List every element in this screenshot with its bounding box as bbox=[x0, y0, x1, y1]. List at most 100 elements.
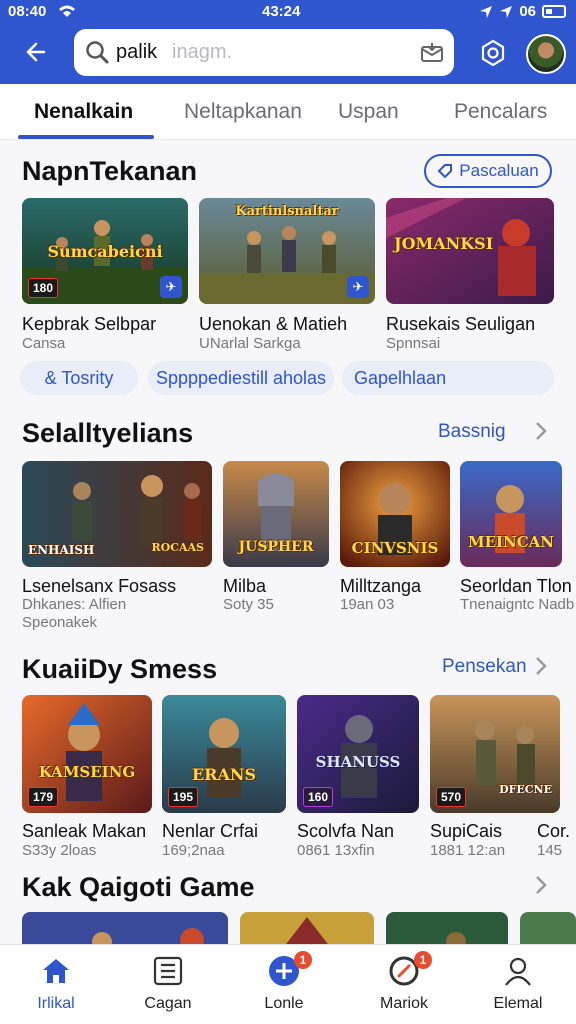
section-action-label: Pascaluan bbox=[459, 161, 539, 180]
rating-badge: 160 bbox=[303, 787, 334, 807]
game-title[interactable]: Kepbrak Selbpar bbox=[22, 314, 156, 335]
game-subtitle: 1881 12:an bbox=[430, 842, 506, 859]
game-thumbnail[interactable]: JUSPHER bbox=[223, 461, 329, 567]
chevron-right-icon[interactable] bbox=[534, 420, 548, 442]
game-subtitle: 169;2naa bbox=[162, 842, 225, 859]
section-title: NapnTekanan bbox=[22, 156, 198, 186]
section-title: Kak Qaigoti Game bbox=[22, 872, 255, 902]
game-artwork bbox=[460, 461, 562, 567]
rating-badge: 570 bbox=[436, 787, 467, 807]
section-title: Selalltyelians bbox=[22, 418, 194, 448]
game-subtitle: UNarlal Sarkga bbox=[199, 335, 301, 352]
game-subtitle: Cansa bbox=[22, 335, 66, 352]
chevron-right-icon[interactable] bbox=[534, 874, 548, 896]
status-bar: 08:40 43:24 06 bbox=[0, 0, 576, 24]
settings-icon[interactable] bbox=[478, 38, 508, 68]
game-thumbnail[interactable]: ENHAISH ROCAAS bbox=[22, 461, 212, 567]
game-art-title: Sumcabeicni bbox=[47, 242, 163, 261]
avatar[interactable] bbox=[526, 34, 566, 74]
game-title[interactable]: SupiCais bbox=[430, 821, 502, 842]
game-art-title: SHANUSS bbox=[315, 753, 401, 771]
game-thumbnail[interactable]: ERANS 195 bbox=[162, 695, 286, 813]
nav-label: Irlikal bbox=[37, 995, 75, 1012]
game-thumbnail[interactable]: Kartinlsnaltar ✈ bbox=[199, 198, 375, 304]
game-title[interactable]: Nenlar Crfai bbox=[162, 821, 258, 842]
game-art-title: KAMSEING bbox=[38, 763, 136, 781]
game-art-title: JOMANKSI bbox=[394, 234, 494, 253]
game-subtitle: S33y 2loas bbox=[22, 842, 97, 859]
game-thumbnail[interactable]: CINVSNIS bbox=[340, 461, 450, 567]
top-bar: 08:40 43:24 06 palik inagm. bbox=[0, 0, 576, 84]
game-art-title: MEINCAN bbox=[467, 533, 555, 551]
nav-label: Lonle bbox=[264, 995, 304, 1012]
game-title[interactable]: Milltzanga bbox=[340, 576, 421, 597]
game-thumbnail[interactable]: Sumcabeicni 180 ✈ bbox=[22, 198, 188, 304]
game-subtitle: 145 bbox=[537, 842, 563, 859]
status-right: 06 bbox=[479, 3, 566, 20]
nav-profile[interactable]: Elemal bbox=[468, 945, 568, 1024]
game-subtitle-secondary: Speonakek bbox=[22, 614, 98, 631]
game-subtitle: 0861 13xfin bbox=[297, 842, 375, 859]
nav-home[interactable]: Irlikal bbox=[6, 945, 106, 1024]
section-link[interactable]: Bassnig bbox=[438, 421, 506, 443]
game-title[interactable]: Uenokan & Matieh bbox=[199, 314, 347, 335]
tag-icon bbox=[437, 164, 453, 179]
nav-explore[interactable]: 1 Mariok bbox=[354, 945, 454, 1024]
location-icon bbox=[480, 5, 493, 18]
game-thumbnail[interactable]: DFECNE 570 bbox=[430, 695, 560, 813]
rating-badge: 195 bbox=[168, 787, 199, 807]
section-link[interactable]: Pensekan bbox=[442, 656, 527, 678]
game-thumbnail[interactable]: SHANUSS 160 bbox=[297, 695, 419, 813]
nav-add[interactable]: 1 Lonle bbox=[234, 945, 334, 1024]
game-art-title: ERANS bbox=[191, 765, 257, 784]
rating-badge: 179 bbox=[28, 787, 59, 807]
nav-list[interactable]: Cagan bbox=[118, 945, 218, 1024]
game-thumbnail[interactable]: MEINCAN bbox=[460, 461, 562, 567]
inbox-icon[interactable] bbox=[420, 41, 444, 63]
tab-pencalars[interactable]: Pencalars bbox=[454, 100, 547, 124]
app-root: 08:40 43:24 06 palik inagm. Nenalkain Ne… bbox=[0, 0, 576, 1024]
game-title[interactable]: Sanleak Makan bbox=[22, 821, 146, 842]
game-art-title: JUSPHER bbox=[238, 539, 314, 555]
rating-badge: 180 bbox=[28, 278, 59, 298]
game-subtitle: Tnenaigntc Nadb bbox=[460, 596, 575, 613]
chevron-right-icon[interactable] bbox=[534, 655, 548, 677]
notification-badge: 1 bbox=[294, 951, 312, 969]
game-title[interactable]: Scolvfa Nan bbox=[297, 821, 394, 842]
section-title: KuaiiDy Smess bbox=[22, 654, 218, 684]
share-icon: ✈ bbox=[347, 276, 369, 298]
status-battery-level: 06 bbox=[519, 3, 536, 20]
tab-bar: Nenalkain Neltapkanan Uspan Pencalars bbox=[0, 84, 576, 140]
active-tab-indicator bbox=[18, 135, 154, 139]
filter-chip[interactable]: Gapelhlaan bbox=[342, 361, 554, 395]
game-title[interactable]: Rusekais Seuligan bbox=[386, 314, 535, 335]
home-icon bbox=[43, 959, 69, 983]
search-placeholder: inagm. bbox=[172, 41, 233, 63]
game-subtitle: Soty 35 bbox=[223, 596, 274, 613]
game-thumbnail[interactable]: JOMANKSI bbox=[386, 198, 554, 304]
search-icon bbox=[86, 41, 109, 64]
search-input[interactable]: palik bbox=[116, 41, 157, 64]
game-subtitle: Spnnsai bbox=[386, 335, 441, 352]
game-thumbnail[interactable]: KAMSEING 179 bbox=[22, 695, 152, 813]
game-art-title: Kartinlsnaltar bbox=[235, 204, 339, 219]
game-title[interactable]: Milba bbox=[223, 576, 266, 597]
status-time: 08:40 bbox=[8, 3, 47, 20]
tab-nenalkain[interactable]: Nenalkain bbox=[34, 100, 133, 124]
game-title[interactable]: Cor. bbox=[537, 821, 570, 842]
back-arrow-icon[interactable] bbox=[20, 38, 48, 66]
filter-chip[interactable]: Sppppediestill aholas bbox=[148, 361, 334, 395]
tab-uspan[interactable]: Uspan bbox=[338, 100, 399, 124]
tab-neltapkanan[interactable]: Neltapkanan bbox=[184, 100, 302, 124]
profile-icon bbox=[505, 957, 531, 986]
signal-icon bbox=[500, 5, 513, 18]
section-action-button[interactable]: Pascaluan bbox=[424, 154, 552, 188]
filter-chip[interactable]: & Tosrity bbox=[20, 361, 138, 395]
status-clock: 43:24 bbox=[262, 3, 301, 20]
game-title[interactable]: Seorldan Tlon bbox=[460, 576, 572, 597]
search-bar[interactable]: palik inagm. bbox=[74, 29, 454, 76]
nav-label: Elemal bbox=[493, 995, 543, 1012]
list-icon bbox=[153, 956, 183, 986]
game-subtitle: 19an 03 bbox=[340, 596, 395, 613]
game-title[interactable]: Lsenelsanx Fosass bbox=[22, 576, 176, 597]
